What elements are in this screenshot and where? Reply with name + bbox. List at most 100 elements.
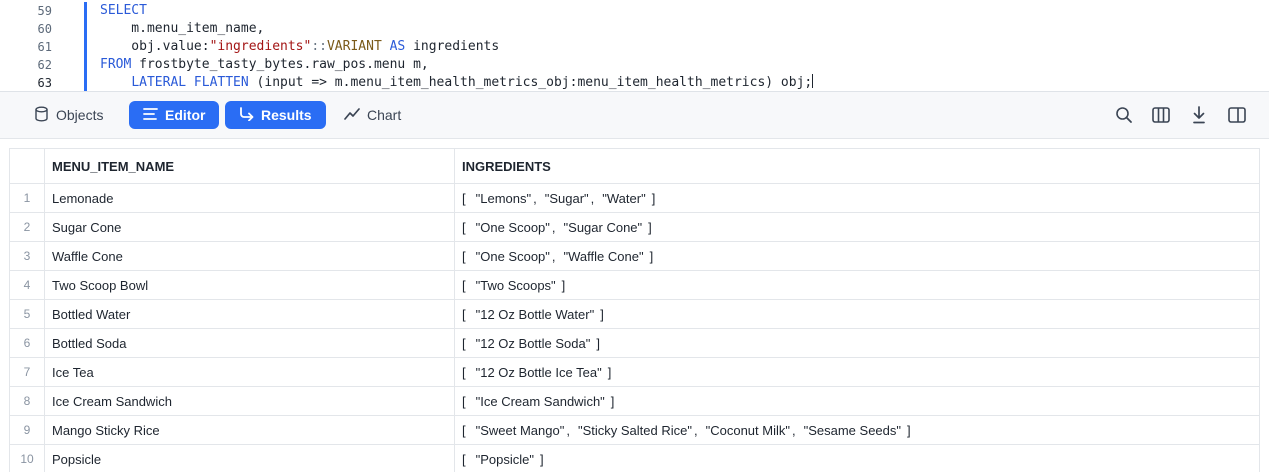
ingredient-value: "Sesame Seeds"	[803, 422, 902, 438]
code-token: AS	[389, 39, 406, 54]
table-header-row: MENU_ITEM_NAME INGREDIENTS	[9, 148, 1260, 184]
array-separator: ,	[551, 248, 556, 264]
ingredients-cell[interactable]: [ "One Scoop", "Sugar Cone"]	[454, 212, 1260, 242]
ingredients-cell[interactable]: ["12 Oz Bottle Ice Tea"]	[454, 357, 1260, 387]
ingredient-value: "Lemons"	[475, 190, 532, 206]
ingredients-cell[interactable]: ["Sweet Mango", "Sticky Salted Rice", "Coc…	[454, 415, 1260, 445]
array-open-bracket: [	[462, 219, 466, 235]
objects-button[interactable]: Objects	[20, 101, 117, 129]
split-panel-icon[interactable]	[1227, 105, 1247, 125]
ingredients-cell[interactable]: ["12 Oz Bottle Soda"]	[454, 328, 1260, 358]
ingredient-value: "Ice Cream Sandwich"	[475, 393, 605, 409]
columns-icon[interactable]	[1151, 105, 1171, 125]
menu-item-name-cell[interactable]: Popsicle	[44, 444, 455, 472]
table-row[interactable]: 6 Bottled Soda ["12 Oz Bottle Soda"]	[9, 328, 1260, 358]
menu-item-name-cell[interactable]: Waffle Cone	[44, 241, 455, 271]
line-number: 60	[37, 22, 52, 36]
code-line[interactable]: 59 SELECT	[0, 2, 1269, 20]
code-line[interactable]: 60 m.menu_item_name,	[0, 20, 1269, 38]
ingredient-value: "12 Oz Bottle Soda"	[475, 335, 591, 351]
row-number-header	[9, 148, 45, 184]
menu-item-name-cell[interactable]: Bottled Soda	[44, 328, 455, 358]
array-close-bracket: ]	[648, 219, 652, 235]
results-label: Results	[261, 107, 312, 123]
table-row[interactable]: 10 Popsicle ["Popsicle"]	[9, 444, 1260, 472]
ingredients-cell[interactable]: ["One Scoop", "Waffle Cone"]	[454, 241, 1260, 271]
table-row[interactable]: 7 Ice Tea ["12 Oz Bottle Ice Tea"]	[9, 357, 1260, 387]
search-icon[interactable]	[1114, 105, 1134, 125]
array-separator: ,	[551, 219, 556, 235]
row-number: 1	[9, 183, 45, 213]
table-row[interactable]: 5 Bottled Water ["12 Oz Bottle Water"]	[9, 299, 1260, 329]
database-icon	[34, 106, 49, 125]
code-token: ingredients	[405, 39, 500, 54]
ingredient-value: "Sticky Salted Rice"	[577, 422, 692, 438]
row-number: 4	[9, 270, 45, 300]
table-row[interactable]: 3 Waffle Cone ["One Scoop", "Waffle Cone"]	[9, 241, 1260, 271]
table-row[interactable]: 1 Lemonade["Lemons", "Sugar", "Water"]	[9, 183, 1260, 213]
ingredient-value: "One Scoop"	[475, 219, 550, 235]
ingredient-value: "Water"	[602, 190, 646, 206]
ingredients-cell[interactable]: ["12 Oz Bottle Water"]	[454, 299, 1260, 329]
row-number: 2	[9, 212, 45, 242]
change-marker	[84, 38, 87, 56]
ingredients-cell[interactable]: ["Ice Cream Sandwich"]	[454, 386, 1260, 416]
table-row[interactable]: 4 Two Scoop Bowl ["Two Scoops"]	[9, 270, 1260, 300]
ingredients-cell[interactable]: ["Two Scoops"]	[454, 270, 1260, 300]
menu-item-name-cell[interactable]: Sugar Cone	[44, 212, 455, 242]
array-open-bracket: [	[462, 364, 466, 380]
objects-label: Objects	[56, 107, 104, 123]
code-token: FROM	[100, 57, 132, 72]
array-separator: ,	[693, 422, 698, 438]
array-open-bracket: [	[462, 451, 466, 467]
column-header-ingredients[interactable]: INGREDIENTS	[454, 148, 1260, 184]
ingredient-value: "Sugar Cone"	[563, 219, 643, 235]
code-token: ::	[311, 39, 327, 54]
menu-item-name-cell[interactable]: Mango Sticky Rice	[44, 415, 455, 445]
code-token: (input => m.menu_item_health_metrics_obj…	[248, 75, 813, 90]
row-number: 6	[9, 328, 45, 358]
array-close-bracket: ]	[907, 422, 911, 438]
ingredient-value: "Sweet Mango"	[475, 422, 565, 438]
chart-tab[interactable]: Chart	[330, 101, 415, 129]
code-line[interactable]: 62 FROM frostbyte_tasty_bytes.raw_pos.men…	[0, 56, 1269, 74]
array-separator: ,	[791, 422, 796, 438]
ingredient-value: "Two Scoops"	[475, 277, 556, 293]
column-header-menu-item-name[interactable]: MENU_ITEM_NAME	[44, 148, 455, 184]
table-row[interactable]: 8 Ice Cream Sandwich ["Ice Cream Sandwich"…	[9, 386, 1260, 416]
array-close-bracket: ]	[540, 451, 544, 467]
menu-item-name-cell[interactable]: Two Scoop Bowl	[44, 270, 455, 300]
ingredient-value: "12 Oz Bottle Ice Tea"	[475, 364, 602, 380]
code-text: LATERAL FLATTEN (input => m.menu_item_he…	[100, 74, 814, 91]
editor-tab[interactable]: Editor	[129, 101, 220, 129]
ingredients-cell[interactable]: ["Popsicle"]	[454, 444, 1260, 472]
table-row[interactable]: 9 Mango Sticky Rice["Sweet Mango", "Sticky…	[9, 415, 1260, 445]
array-close-bracket: ]	[649, 248, 654, 264]
chart-label: Chart	[367, 107, 402, 123]
results-tab[interactable]: Results	[225, 101, 326, 129]
menu-item-name-cell[interactable]: Lemonade	[44, 183, 455, 213]
code-token: frostbyte_tasty_bytes.raw_pos.menu m,	[131, 57, 429, 72]
menu-item-name-cell[interactable]: Ice Tea	[44, 357, 455, 387]
code-line[interactable]: 61 obj.value:"ingredients"::VARIANT AS i…	[0, 38, 1269, 56]
ingredient-value: "Sugar"	[544, 190, 589, 206]
table-row[interactable]: 2 Sugar Cone [ "One Scoop", "Sugar Cone"]	[9, 212, 1260, 242]
line-chart-icon	[344, 107, 360, 123]
code-token: obj.value:	[100, 39, 210, 54]
array-open-bracket: [	[462, 277, 466, 293]
ingredients-cell[interactable]: ["Lemons", "Sugar", "Water"]	[454, 183, 1260, 213]
sql-editor[interactable]: 59 SELECT 60 m.menu_item_name, 61 obj.value…	[0, 0, 1269, 92]
ingredient-value: "Waffle Cone"	[563, 248, 644, 264]
array-open-bracket: [	[462, 306, 466, 322]
code-line[interactable]: 63 LATERAL FLATTEN (input => m.menu_item…	[0, 74, 1269, 91]
download-icon[interactable]	[1189, 105, 1209, 125]
results-table: MENU_ITEM_NAME INGREDIENTS 1 Lemonade ["Le…	[9, 148, 1260, 472]
menu-item-name-cell[interactable]: Bottled Water	[44, 299, 455, 329]
line-number: 63	[37, 76, 52, 90]
line-number: 59	[37, 4, 52, 18]
menu-item-name-cell[interactable]: Ice Cream Sandwich	[44, 386, 455, 416]
code-token: m.menu_item_name,	[100, 21, 265, 36]
change-marker	[84, 56, 87, 74]
editor-label: Editor	[165, 107, 206, 123]
